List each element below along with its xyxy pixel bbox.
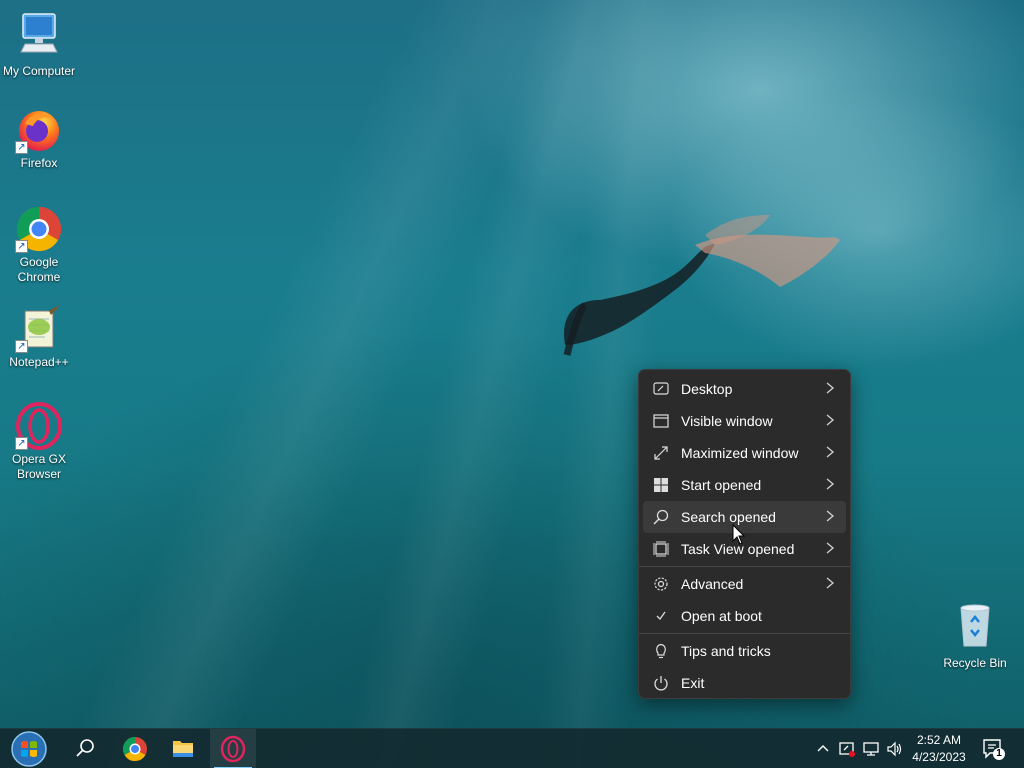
desktop-icon-label: Google Chrome xyxy=(17,255,61,284)
menu-item-label: Exit xyxy=(681,675,705,691)
desktop-icon-label: Firefox xyxy=(20,156,58,170)
taskbar-chrome[interactable] xyxy=(112,729,158,768)
desktop-icon-notepad-plus-plus[interactable]: ↗ Notepad++ xyxy=(1,305,77,370)
taskbar-file-explorer[interactable] xyxy=(160,729,206,768)
desktop-icon-my-computer[interactable]: My Computer xyxy=(1,10,77,79)
menu-item-advanced[interactable]: Advanced xyxy=(643,568,846,600)
shortcut-arrow-icon: ↗ xyxy=(15,437,28,450)
menu-item-open-at-boot[interactable]: Open at boot xyxy=(643,600,846,632)
menu-item-label: Advanced xyxy=(681,576,744,592)
desktop-icon-label: Notepad++ xyxy=(9,355,69,369)
windows-orb-icon xyxy=(11,731,47,767)
mouse-cursor xyxy=(732,524,746,545)
shortcut-arrow-icon: ↗ xyxy=(15,141,28,154)
power-icon xyxy=(654,676,668,691)
taskbar-opera-gx[interactable] xyxy=(210,729,256,768)
chrome-icon xyxy=(122,737,147,762)
menu-item-label: Start opened xyxy=(681,477,762,493)
start-button[interactable] xyxy=(6,729,52,768)
desktop-icon-label: Opera GX Browser xyxy=(11,452,67,481)
search-icon xyxy=(653,509,669,525)
window-icon xyxy=(653,414,669,428)
recycle-bin-icon xyxy=(960,604,990,647)
desktop-icon-firefox[interactable]: ↗ Firefox xyxy=(1,106,77,171)
menu-item-start-opened[interactable]: Start opened xyxy=(643,469,846,501)
chevron-right-icon xyxy=(826,577,835,589)
menu-item-label: Search opened xyxy=(681,509,776,525)
opera-gx-icon xyxy=(220,735,246,763)
chevron-right-icon xyxy=(826,382,835,394)
menu-item-desktop[interactable]: Desktop xyxy=(643,373,846,405)
notification-count-badge: 1 xyxy=(996,748,1002,759)
chevron-right-icon xyxy=(826,446,835,458)
menu-separator xyxy=(639,633,850,634)
desktop-icon-label: Recycle Bin xyxy=(943,656,1007,670)
search-icon xyxy=(76,739,94,757)
chevron-up-icon[interactable] xyxy=(814,740,832,758)
desktop-icon xyxy=(653,382,669,395)
maximize-icon xyxy=(654,446,668,460)
taskbar-clock[interactable]: 2:52 AM 4/23/2023 xyxy=(906,732,972,766)
desktop-icon-google-chrome[interactable]: ↗ Google Chrome xyxy=(1,205,77,285)
menu-item-label: Open at boot xyxy=(681,608,762,624)
menu-item-maximized-window[interactable]: Maximized window xyxy=(643,437,846,469)
menu-item-visible-window[interactable]: Visible window xyxy=(643,405,846,437)
menu-item-label: Visible window xyxy=(681,413,773,429)
check-icon xyxy=(656,611,666,621)
menu-item-label: Maximized window xyxy=(681,445,799,461)
menu-item-exit[interactable]: Exit xyxy=(643,667,846,699)
desktop-icon-label: My Computer xyxy=(2,64,76,78)
computer-icon xyxy=(20,13,58,53)
clock-date: 4/23/2023 xyxy=(912,750,966,764)
desktop-icon-recycle-bin[interactable]: Recycle Bin xyxy=(937,602,1013,671)
wallpaper-diver xyxy=(563,215,840,356)
wallpaper-light-rays xyxy=(0,0,1024,768)
menu-separator xyxy=(639,566,850,567)
desktop-icon-opera-gx[interactable]: ↗ Opera GX Browser xyxy=(1,402,77,482)
clock-time: 2:52 AM xyxy=(916,733,962,747)
chevron-right-icon xyxy=(826,542,835,554)
shortcut-arrow-icon: ↗ xyxy=(15,240,28,253)
task-view-icon xyxy=(653,541,669,557)
chevron-right-icon xyxy=(826,478,835,490)
notification-center-button[interactable]: 1 xyxy=(980,737,1008,761)
chevron-right-icon xyxy=(826,414,835,426)
network-icon[interactable] xyxy=(862,740,880,758)
lightbulb-icon xyxy=(656,643,666,659)
menu-item-tips-and-tricks[interactable]: Tips and tricks xyxy=(643,635,846,667)
app-tray-icon[interactable] xyxy=(838,740,856,758)
taskbar: 2:52 AM 4/23/2023 1 xyxy=(0,728,1024,768)
windows-logo-icon xyxy=(654,478,668,492)
shortcut-arrow-icon: ↗ xyxy=(15,340,28,353)
chevron-right-icon xyxy=(826,510,835,522)
gear-icon xyxy=(654,577,668,591)
volume-icon[interactable] xyxy=(886,740,904,758)
folder-icon xyxy=(173,741,193,757)
search-button[interactable] xyxy=(62,729,108,768)
menu-item-label: Desktop xyxy=(681,381,733,397)
menu-item-label: Tips and tricks xyxy=(681,643,771,659)
